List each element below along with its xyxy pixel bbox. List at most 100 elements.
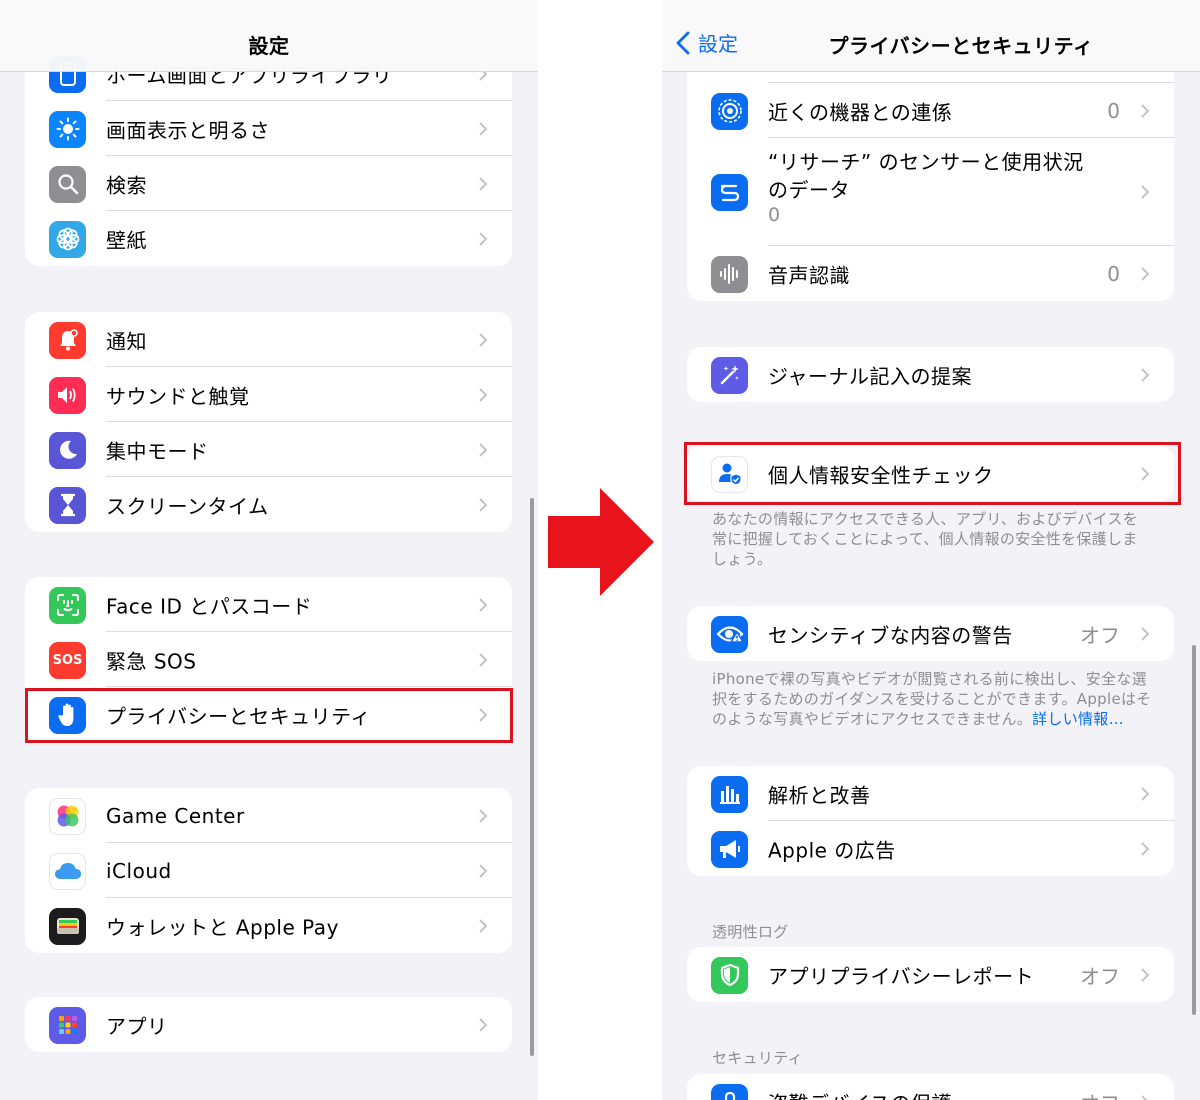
right-arrow-icon xyxy=(548,488,654,596)
privacy-item-research[interactable]: “リサーチ” のセンサーと使用状況のデータ 0 xyxy=(687,138,1174,246)
privacy-item-count: 0 xyxy=(1107,98,1120,123)
settings-group-apps: アプリ xyxy=(25,997,512,1052)
privacy-item-label: Apple の広告 xyxy=(768,838,896,862)
chevron-right-icon xyxy=(479,387,488,402)
privacy-item-label: “リサーチ” のセンサーと使用状況のデータ xyxy=(768,150,1084,202)
sos-icon: SOS xyxy=(49,641,86,679)
person-shield-icon xyxy=(711,455,748,493)
settings-item-display-brightness[interactable]: 画面表示と明るさ xyxy=(25,101,512,156)
privacy-item-analytics[interactable]: 解析と改善 xyxy=(687,766,1174,821)
flower-icon xyxy=(49,220,86,258)
research-icon xyxy=(711,174,748,211)
settings-item-label: サウンドと触覚 xyxy=(106,384,250,408)
page-title: 設定 xyxy=(248,34,290,58)
chevron-right-icon xyxy=(479,597,488,612)
security-header: セキュリティ xyxy=(712,1049,803,1067)
settings-item-label: 緊急 SOS xyxy=(106,649,197,673)
settings-item-label: 検索 xyxy=(106,173,147,197)
settings-item-label: プライバシーとセキュリティ xyxy=(106,704,371,728)
settings-item-search[interactable]: 検索 xyxy=(25,156,512,211)
speaker-icon xyxy=(49,376,86,414)
chevron-right-icon xyxy=(479,231,488,246)
settings-item-label: 集中モード xyxy=(106,439,209,463)
settings-group-security: Face ID とパスコード SOS 緊急 SOS プライバシーとセキュリティ xyxy=(25,577,512,742)
settings-item-notifications[interactable]: 通知 xyxy=(25,312,512,367)
privacy-group-analytics: 解析と改善 Apple の広告 xyxy=(687,766,1174,876)
settings-item-apps[interactable]: アプリ xyxy=(25,997,512,1052)
settings-item-label: スクリーンタイム xyxy=(106,494,269,518)
settings-screen: 設定 ホーム画面とアプリライブラリ 画面表示と明るさ 検索 壁紙 通知 サウンド… xyxy=(0,0,538,1100)
privacy-item-label: 近くの機器との連係 xyxy=(768,100,953,124)
chevron-right-icon xyxy=(1141,266,1150,281)
privacy-item-journaling-suggestions[interactable]: ジャーナル記入の提案 xyxy=(687,347,1174,402)
chevron-right-icon xyxy=(1141,466,1150,481)
privacy-item-label: ジャーナル記入の提案 xyxy=(768,364,972,388)
privacy-item-status: オフ xyxy=(1080,623,1120,647)
navigation-bar: 設定 プライバシーとセキュリティ xyxy=(662,0,1200,72)
settings-item-label: 壁紙 xyxy=(106,228,147,252)
sparkle-icon xyxy=(711,356,748,394)
scrollbar[interactable] xyxy=(1192,645,1196,1015)
chevron-right-icon xyxy=(479,121,488,136)
settings-item-sounds-haptics[interactable]: サウンドと触覚 xyxy=(25,367,512,422)
chevron-right-icon xyxy=(1141,367,1150,382)
settings-item-game-center[interactable]: Game Center xyxy=(25,788,512,843)
privacy-item-status: オフ xyxy=(1080,964,1120,988)
privacy-item-label: 解析と改善 xyxy=(768,783,871,807)
sun-icon xyxy=(49,110,86,148)
privacy-item-speech-recognition[interactable]: 音声認識 0 xyxy=(687,246,1174,301)
wallet-icon xyxy=(49,907,86,945)
settings-item-faceid[interactable]: Face ID とパスコード xyxy=(25,577,512,632)
settings-item-label: Game Center xyxy=(106,803,245,828)
transparency-log-header: 透明性ログ xyxy=(712,923,789,941)
privacy-item-apple-advertising[interactable]: Apple の広告 xyxy=(687,821,1174,876)
search-icon xyxy=(49,165,86,203)
settings-item-privacy-security[interactable]: プライバシーとセキュリティ xyxy=(25,687,512,742)
privacy-item-label: センシティブな内容の警告 xyxy=(768,623,1013,647)
settings-item-focus[interactable]: 集中モード xyxy=(25,422,512,477)
privacy-item-label: 個人情報安全性チェック xyxy=(768,463,994,487)
privacy-item-nearby-interactions[interactable]: 近くの機器との連係 0 xyxy=(687,83,1174,138)
chevron-right-icon xyxy=(479,918,488,933)
settings-item-wallet[interactable]: ウォレットと Apple Pay xyxy=(25,898,512,953)
privacy-group-transparency: アプリプライバシーレポート オフ xyxy=(687,947,1174,1002)
scrollbar[interactable] xyxy=(530,498,534,1056)
bar-chart-icon xyxy=(711,775,748,813)
chevron-right-icon xyxy=(1141,786,1150,801)
settings-item-label: 通知 xyxy=(106,329,147,353)
bell-icon xyxy=(49,321,86,359)
settings-item-label: 画面表示と明るさ xyxy=(106,118,270,142)
settings-item-label: Face ID とパスコード xyxy=(106,594,313,618)
chevron-right-icon xyxy=(479,332,488,347)
hand-icon xyxy=(49,696,86,734)
moon-icon xyxy=(49,431,86,469)
megaphone-icon xyxy=(711,830,748,868)
chevron-right-icon xyxy=(479,652,488,667)
chevron-right-icon xyxy=(479,176,488,191)
privacy-group-sensitive: センシティブな内容の警告 オフ xyxy=(687,606,1174,661)
settings-item-screen-time[interactable]: スクリーンタイム xyxy=(25,477,512,532)
settings-group-accounts: Game Center iCloud ウォレットと Apple Pay xyxy=(25,788,512,953)
privacy-item-safety-check[interactable]: 個人情報安全性チェック xyxy=(687,446,1174,501)
settings-item-emergency-sos[interactable]: SOS 緊急 SOS xyxy=(25,632,512,687)
chevron-right-icon xyxy=(479,863,488,878)
settings-group-display: ホーム画面とアプリライブラリ 画面表示と明るさ 検索 壁紙 xyxy=(25,46,512,266)
privacy-item-app-privacy-report[interactable]: アプリプライバシーレポート オフ xyxy=(687,947,1174,1002)
privacy-item-sensitive-content-warning[interactable]: センシティブな内容の警告 オフ xyxy=(687,606,1174,661)
chevron-right-icon xyxy=(479,497,488,512)
chevron-right-icon xyxy=(1141,967,1150,982)
cloud-icon xyxy=(49,852,86,890)
faceid-icon xyxy=(49,586,86,624)
sensitive-content-footer: iPhoneで裸の写真やビデオが閲覧される前に検出し、安全な選択をするためのガイ… xyxy=(712,669,1160,729)
waveform-icon xyxy=(711,255,748,293)
privacy-group-journal: ジャーナル記入の提案 xyxy=(687,347,1174,402)
privacy-security-screen: 設定 プライバシーとセキュリティ 近くの機器との連係 0 “リサーチ” のセンサ… xyxy=(662,0,1200,1100)
chevron-left-icon xyxy=(676,31,690,54)
privacy-item-count: 0 xyxy=(768,204,781,226)
privacy-item-stolen-device-protection[interactable]: 盗難デバイスの保護 オフ xyxy=(687,1074,1174,1100)
learn-more-link[interactable]: 詳しい情報… xyxy=(1032,710,1124,728)
settings-item-wallpaper[interactable]: 壁紙 xyxy=(25,211,512,266)
chevron-right-icon xyxy=(479,808,488,823)
chevron-right-icon xyxy=(1141,103,1150,118)
settings-item-icloud[interactable]: iCloud xyxy=(25,843,512,898)
